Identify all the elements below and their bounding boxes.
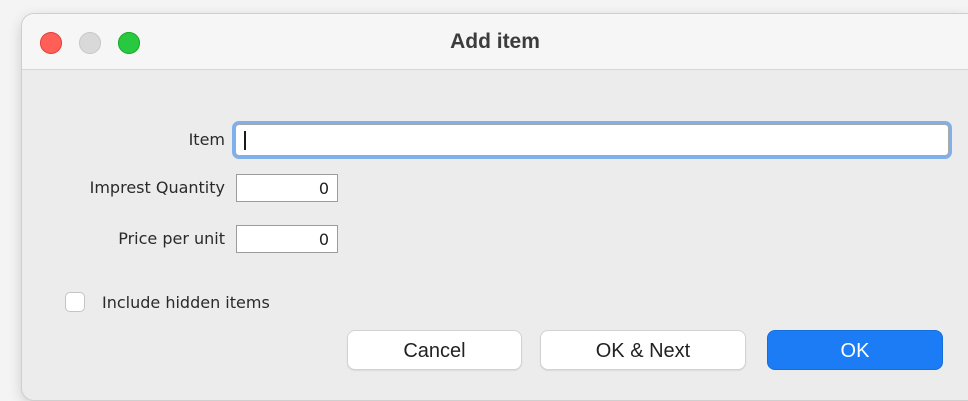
include-hidden-items-checkbox[interactable] [65,292,85,312]
imprest-quantity-field[interactable]: 0 [236,174,338,202]
price-per-unit-label: Price per unit [118,229,225,248]
cancel-button[interactable]: Cancel [347,330,522,370]
add-item-dialog: Add item Item Imprest Quantity 0 Price p… [22,14,968,400]
item-field[interactable] [235,124,949,156]
ok-button[interactable]: OK [767,330,943,370]
item-label: Item [188,130,225,149]
text-caret [244,131,246,150]
window-title: Add item [450,30,540,53]
imprest-quantity-label: Imprest Quantity [89,178,225,197]
ok-next-button[interactable]: OK & Next [540,330,746,370]
price-per-unit-field[interactable]: 0 [236,225,338,253]
title-bar: Add item [22,14,968,70]
include-hidden-items-label[interactable]: Include hidden items [102,293,270,312]
